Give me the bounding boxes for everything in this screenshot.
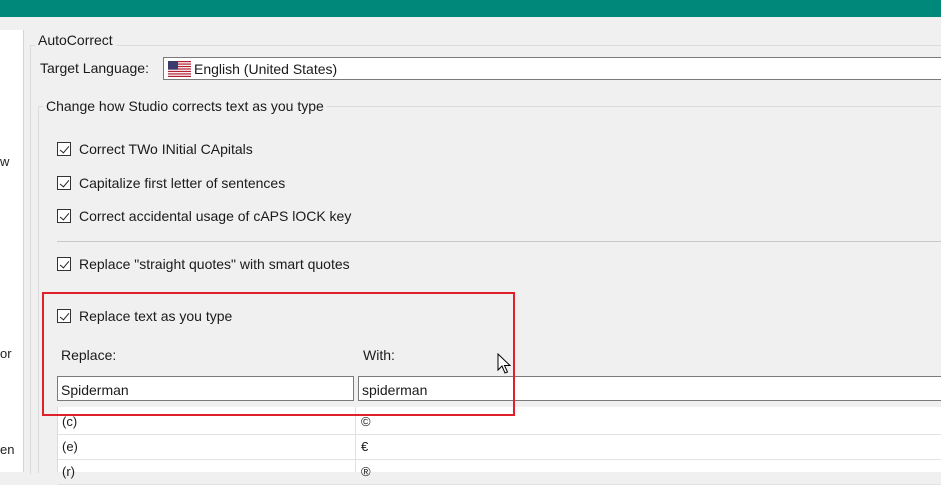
option-label: Correct TWo INitial CApitals <box>79 141 253 157</box>
with-input[interactable]: spiderman <box>358 376 941 401</box>
checkbox[interactable] <box>57 309 71 323</box>
replace-input[interactable]: Spiderman <box>57 376 354 401</box>
target-language-label: Target Language: <box>40 60 149 76</box>
option-initial-capitals[interactable]: Correct TWo INitial CApitals <box>57 141 253 157</box>
replacement-list[interactable]: (c) © (e) € (r) ® <box>57 407 941 485</box>
option-label: Replace text as you type <box>79 308 233 324</box>
tree-item-fragment[interactable]: or <box>0 346 12 361</box>
group-title: AutoCorrect <box>35 32 116 48</box>
checkbox[interactable] <box>57 142 71 156</box>
checkbox[interactable] <box>57 209 71 223</box>
subgroup-title: Change how Studio corrects text as you t… <box>43 98 327 114</box>
target-language-dropdown[interactable]: English (United States) <box>163 57 941 80</box>
option-label: Replace "straight quotes" with smart quo… <box>79 256 350 272</box>
tree-item-fragment[interactable]: en <box>0 442 14 457</box>
options-tree-panel[interactable]: w or en <box>0 30 24 472</box>
us-flag-icon <box>168 61 191 77</box>
option-smart-quotes[interactable]: Replace "straight quotes" with smart quo… <box>57 256 350 272</box>
checkbox[interactable] <box>57 257 71 271</box>
table-row[interactable]: (e) € <box>58 435 941 460</box>
option-label: Capitalize first letter of sentences <box>79 175 286 191</box>
option-replace-text[interactable]: Replace text as you type <box>57 308 232 324</box>
with-cell: © <box>361 414 371 429</box>
replace-cell: (e) <box>62 439 78 454</box>
tree-item-fragment[interactable]: w <box>0 154 9 169</box>
mouse-pointer-icon <box>497 353 511 374</box>
option-capitalize-sentences[interactable]: Capitalize first letter of sentences <box>57 175 285 191</box>
separator <box>57 241 941 242</box>
replace-column-header: Replace: <box>61 347 117 363</box>
option-label: Correct accidental usage of cAPS lOCK ke… <box>79 208 352 224</box>
table-row[interactable]: (r) ® <box>58 460 941 485</box>
with-column-header: With: <box>363 347 395 363</box>
title-bar <box>0 0 941 17</box>
with-cell: € <box>361 439 369 454</box>
option-caps-lock[interactable]: Correct accidental usage of cAPS lOCK ke… <box>57 208 351 224</box>
checkbox[interactable] <box>57 176 71 190</box>
target-language-value: English (United States) <box>194 61 338 77</box>
replace-cell: (c) <box>62 414 78 429</box>
table-row[interactable]: (c) © <box>58 410 941 435</box>
